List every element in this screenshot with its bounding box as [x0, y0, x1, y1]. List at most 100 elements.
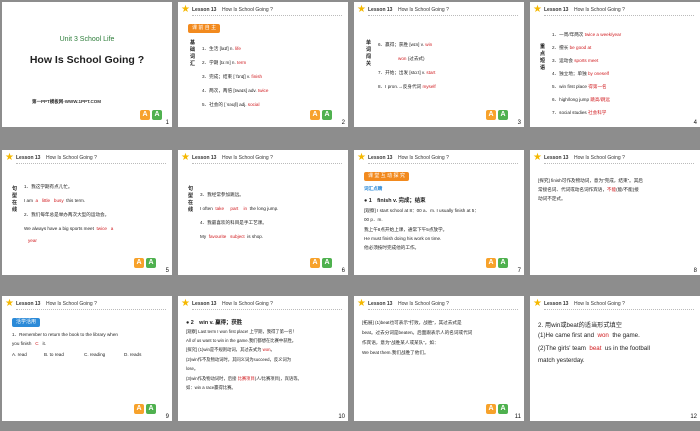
slide-1[interactable]: Unit 3 School Life How Is School Going ?…	[2, 2, 172, 127]
header-divider	[544, 163, 694, 164]
sentence-en: I often take part in the long jump.	[200, 206, 279, 211]
slide-7[interactable]: ★ Lesson 13 How Is School Going ? 课 堂 互 …	[354, 150, 524, 275]
question-text: you finish C it.	[12, 341, 47, 346]
a-badge-orange: A	[486, 110, 496, 120]
slide-header: ★ Lesson 13 How Is School Going ?	[2, 296, 172, 316]
lesson-label: Lesson 13	[368, 301, 393, 307]
slide-10[interactable]: ★ Lesson 13 How Is School Going ? ● 2 wi…	[178, 296, 348, 421]
vocab-row: 3．完成；结束 [ˈfɪnɪʃ] v. finish	[202, 74, 263, 79]
section-tag: 活学活用	[12, 318, 41, 327]
point-heading: ● 1 finish v. 完成；结束	[364, 198, 426, 204]
header-divider	[192, 163, 342, 164]
vocab-row: won (过去式)	[398, 56, 425, 61]
sentence-cn: 3．我经常参加跳远。	[200, 192, 244, 197]
phrase-row: 5．win first place 得第一名	[552, 84, 607, 89]
header-divider	[16, 163, 166, 164]
section-subtitle: 词汇点睛	[364, 186, 383, 191]
header-title: How Is School Going ?	[222, 301, 273, 307]
header-divider	[544, 15, 694, 16]
header-divider	[192, 15, 342, 16]
a-badge-green: A	[322, 258, 332, 268]
slide-11[interactable]: ★ Lesson 13 How Is School Going ? [拓展] (…	[354, 296, 524, 421]
slide-header: ★ Lesson 13 How Is School Going ?	[530, 150, 700, 170]
slide-9[interactable]: ★ Lesson 13 How Is School Going ? 活学活用 1…	[2, 296, 172, 421]
sentence-en: I am a little busy this term.	[24, 198, 86, 203]
lesson-label: Lesson 13	[192, 155, 217, 161]
header-divider	[544, 309, 694, 310]
header-title: How Is School Going ?	[398, 155, 449, 161]
header-divider	[192, 309, 342, 310]
star-icon: ★	[533, 152, 542, 163]
vocab-row: 1．生活 [laɪf] n. life	[202, 46, 241, 51]
body-line: We beat them.我们战胜了他们。	[362, 350, 429, 355]
a-badge-orange: A	[310, 258, 320, 268]
body-line: 00 p．m.	[364, 217, 383, 222]
option-d[interactable]: D. reads	[124, 352, 141, 357]
header-title: How Is School Going ?	[46, 155, 97, 161]
phrase-row: 2．擅长 be good at	[552, 45, 592, 50]
point-heading: ● 2 win v. 赢得；获胜	[186, 320, 243, 326]
sentence-en: year	[28, 238, 37, 243]
slide-number: 6	[341, 268, 345, 274]
header-title: How Is School Going ?	[574, 7, 625, 13]
sentence-cn: 1．我这学期有点儿忙。	[24, 184, 73, 189]
star-icon: ★	[181, 152, 190, 163]
slide-number: 9	[165, 414, 169, 420]
option-b[interactable]: B. to read	[44, 352, 64, 357]
slide-header: ★ Lesson 13 How Is School Going ?	[178, 150, 348, 170]
slide-5[interactable]: ★ Lesson 13 How Is School Going ? 句型在线 1…	[2, 150, 172, 275]
lesson-label: Lesson 13	[368, 155, 393, 161]
vocab-row: 2．学期 [tɜːm] n. term	[202, 60, 247, 65]
slide-number: 1	[165, 120, 169, 126]
a-badge-orange: A	[486, 404, 496, 414]
slide-8[interactable]: ★ Lesson 13 How Is School Going ? [探究] f…	[530, 150, 700, 275]
slide-2[interactable]: ★ Lesson 13 How Is School Going ? 课 前 自 …	[178, 2, 348, 127]
vocab-row: 5．社会的 [ˈsəʊʃl] adj. social	[202, 102, 260, 107]
body-line: All of us want to win in the game.我们都想在比…	[186, 338, 297, 343]
slide-3[interactable]: ★ Lesson 13 How Is School Going ? 单词闯关 6…	[354, 2, 524, 127]
body-line: [观察] Last term I won first place! 上学期，我得…	[186, 329, 297, 334]
a-badge-green: A	[498, 404, 508, 414]
phrase-row: 3．运动会 sports meet	[552, 58, 599, 63]
phrase-row: 1．一周/年两次 twice a week/year	[552, 32, 622, 37]
slide-number: 5	[165, 268, 169, 274]
a-badge-green: A	[498, 258, 508, 268]
lesson-label: Lesson 13	[16, 301, 41, 307]
slide-header: ★ Lesson 13 How Is School Going ?	[178, 296, 348, 316]
lesson-title: How Is School Going ?	[29, 54, 145, 66]
body-line: 我上午8点开始上课，通常下午5点放学。	[364, 227, 448, 232]
option-c[interactable]: C. reading	[84, 352, 105, 357]
body-line: [拓展] (1)beat也可表示“打败，战胜”，其过去式是	[362, 320, 462, 325]
header-title: How Is School Going ?	[222, 7, 273, 13]
body-line: 动词不定式。	[538, 196, 566, 201]
lesson-label: Lesson 13	[192, 7, 217, 13]
unit-title: Unit 3 School Life	[59, 36, 115, 43]
slide-header: ★ Lesson 13 How Is School Going ?	[354, 150, 524, 170]
slide-number: 8	[693, 268, 697, 274]
slide-12[interactable]: ★ Lesson 13 How Is School Going ? 2. 用wi…	[530, 296, 700, 421]
vocab-row: 7．开始；出发 [stɑːt] v. start	[378, 70, 436, 75]
a-badge-orange: A	[310, 110, 320, 120]
sentence-en: My favourite subject is shop.	[200, 234, 264, 239]
exercise-title: 2. 用win或beat的适当形式填空	[538, 322, 622, 329]
star-icon: ★	[357, 4, 366, 15]
slide-header: ★ Lesson 13 How Is School Going ?	[2, 150, 172, 170]
header-title: How Is School Going ?	[222, 155, 273, 161]
lesson-label: Lesson 13	[544, 7, 569, 13]
slide-6[interactable]: ★ Lesson 13 How Is School Going ? 句型在线 3…	[178, 150, 348, 275]
slide-number: 4	[693, 120, 697, 126]
option-a[interactable]: A. read	[12, 352, 27, 357]
slide-number: 10	[338, 414, 345, 420]
phrase-row: 4．独立地；单独 by oneself	[552, 71, 609, 76]
a-badge-green: A	[152, 110, 162, 120]
header-divider	[368, 309, 518, 310]
sentence-cn: 2．我们每年总是举办两次大型的运动会。	[24, 212, 110, 217]
slide-4[interactable]: ★ Lesson 13 How Is School Going ? 重点短语 1…	[530, 2, 700, 127]
body-line: [探究] finish可作及物动词，意为“完成，结束”。其后	[538, 178, 643, 183]
body-line: 如：win a race赢得比赛。	[186, 385, 236, 390]
vocab-row: 8．I pron.→反身代词 myself	[378, 84, 436, 89]
star-icon: ★	[5, 152, 14, 163]
vocab-row: 4．两次，两倍 [twaɪs] adv. twice	[202, 88, 269, 93]
body-line: [探究] (1)win是不规则动词，其过去式为 won。	[186, 347, 275, 352]
star-icon: ★	[357, 152, 366, 163]
